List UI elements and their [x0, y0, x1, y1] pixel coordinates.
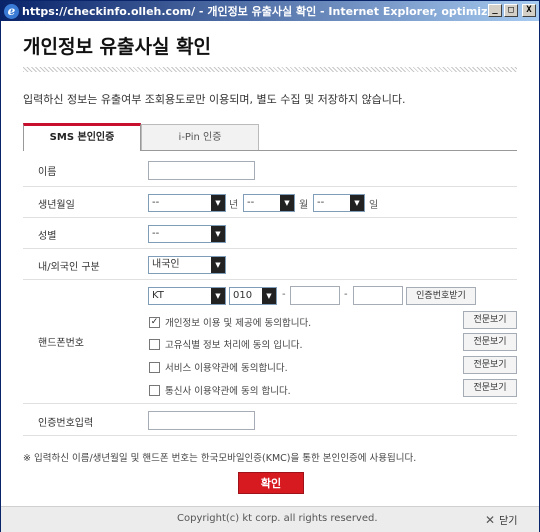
view-unique-id-terms-button[interactable]: 전문보기 [463, 333, 517, 351]
title-bar[interactable]: e https://checkinfo.olleh.com/ - 개인정보 유출… [1, 1, 539, 21]
gender-row: 성별 -- ▼ [23, 218, 517, 249]
code-row: 인증번호입력 [23, 404, 517, 436]
minimize-button[interactable]: _ [488, 4, 502, 17]
code-input[interactable] [148, 411, 255, 430]
copyright-text: Copyright(c) kt corp. all rights reserve… [177, 513, 378, 524]
phone-last-input[interactable] [353, 286, 403, 305]
maximize-button[interactable]: □ [504, 4, 518, 17]
consent-carrier-terms-label: 통신사 이용약관에 동의 합니다. [165, 386, 291, 397]
auth-tabs: SMS 본인인증 i-Pin 인증 [23, 123, 517, 151]
name-input[interactable] [148, 161, 255, 180]
chevron-down-icon: ▼ [211, 226, 225, 242]
month-unit: 월 [299, 200, 309, 211]
footer-bar: Copyright(c) kt corp. all rights reserve… [1, 506, 539, 532]
close-icon: ✕ [485, 512, 496, 527]
page-title: 개인정보 유출사실 확인 [23, 36, 212, 58]
dash-separator: - [344, 289, 348, 300]
name-label: 이름 [38, 167, 57, 178]
consent-unique-id-label: 고유식별 정보 처리에 동의 입니다. [165, 340, 303, 351]
privacy-notice: 입력하신 정보는 유출여부 조회용도로만 이용되며, 별도 수집 및 저장하지 … [23, 93, 406, 106]
view-service-terms-button[interactable]: 전문보기 [463, 356, 517, 374]
browser-window: e https://checkinfo.olleh.com/ - 개인정보 유출… [0, 0, 540, 532]
view-carrier-terms-button[interactable]: 전문보기 [463, 379, 517, 397]
send-code-button[interactable]: 인증번호받기 [406, 287, 476, 305]
nationality-row: 내/외국인 구분 내국인 ▼ [23, 249, 517, 280]
phone-label: 핸드폰번호 [38, 338, 84, 349]
birthdate-label: 생년월일 [38, 200, 75, 211]
consent-privacy[interactable]: ✓ 개인정보 이용 및 제공에 동의합니다. [149, 315, 311, 329]
gender-select[interactable]: -- ▼ [148, 225, 226, 243]
code-label: 인증번호입력 [38, 418, 94, 429]
view-privacy-terms-button[interactable]: 전문보기 [463, 311, 517, 329]
chevron-down-icon: ▼ [211, 195, 225, 211]
chevron-down-icon: ▼ [280, 195, 294, 211]
gender-label: 성별 [38, 231, 57, 242]
chevron-down-icon: ▼ [262, 288, 276, 304]
close-link[interactable]: ✕ 닫기 [485, 512, 518, 528]
chevron-down-icon: ▼ [350, 195, 364, 211]
nationality-label: 내/외국인 구분 [38, 262, 100, 273]
window-title: https://checkinfo.olleh.com/ - 개인정보 유출사실… [22, 5, 492, 18]
consent-unique-id[interactable]: 고유식별 정보 처리에 동의 입니다. [149, 337, 302, 351]
close-window-button[interactable]: X [522, 4, 536, 17]
ie-logo-icon: e [4, 3, 19, 19]
day-unit: 일 [369, 200, 379, 211]
phone-middle-input[interactable] [290, 286, 340, 305]
consent-service-terms-label: 서비스 이용약관에 동의합니다. [165, 363, 288, 374]
kmc-notice: ※ 입력하신 이름/생년월일 및 핸드폰 번호는 한국모바일인증(KMC)을 통… [23, 453, 417, 464]
birthdate-row: 생년월일 -- ▼ 년 -- ▼ 월 -- ▼ 일 [23, 187, 517, 218]
window-controls: _ □ X [488, 4, 536, 17]
name-row: 이름 [23, 151, 517, 187]
title-divider [23, 67, 517, 72]
birth-year-select[interactable]: -- ▼ [148, 194, 226, 212]
birth-day-select[interactable]: -- ▼ [313, 194, 365, 212]
birth-month-select[interactable]: -- ▼ [243, 194, 295, 212]
consent-unique-id-checkbox[interactable] [149, 338, 160, 350]
phone-prefix-select[interactable]: 010 ▼ [229, 287, 277, 305]
nationality-select[interactable]: 내국인 ▼ [148, 256, 226, 274]
chevron-down-icon: ▼ [211, 257, 225, 273]
consent-carrier-terms-checkbox[interactable] [149, 384, 160, 396]
consent-privacy-checkbox[interactable]: ✓ [149, 316, 160, 328]
consent-privacy-label: 개인정보 이용 및 제공에 동의합니다. [165, 318, 312, 329]
consent-service-terms[interactable]: 서비스 이용약관에 동의합니다. [149, 360, 288, 374]
tab-sms-auth[interactable]: SMS 본인인증 [23, 123, 141, 151]
close-label: 닫기 [499, 516, 518, 527]
consent-service-terms-checkbox[interactable] [149, 361, 160, 373]
year-unit: 년 [229, 200, 239, 211]
confirm-button[interactable]: 확인 [238, 472, 304, 494]
tab-ipin-auth[interactable]: i-Pin 인증 [141, 124, 259, 151]
dash-separator: - [282, 289, 286, 300]
consent-carrier-terms[interactable]: 통신사 이용약관에 동의 합니다. [149, 383, 291, 397]
chevron-down-icon: ▼ [211, 288, 225, 304]
carrier-select[interactable]: KT ▼ [148, 287, 226, 305]
